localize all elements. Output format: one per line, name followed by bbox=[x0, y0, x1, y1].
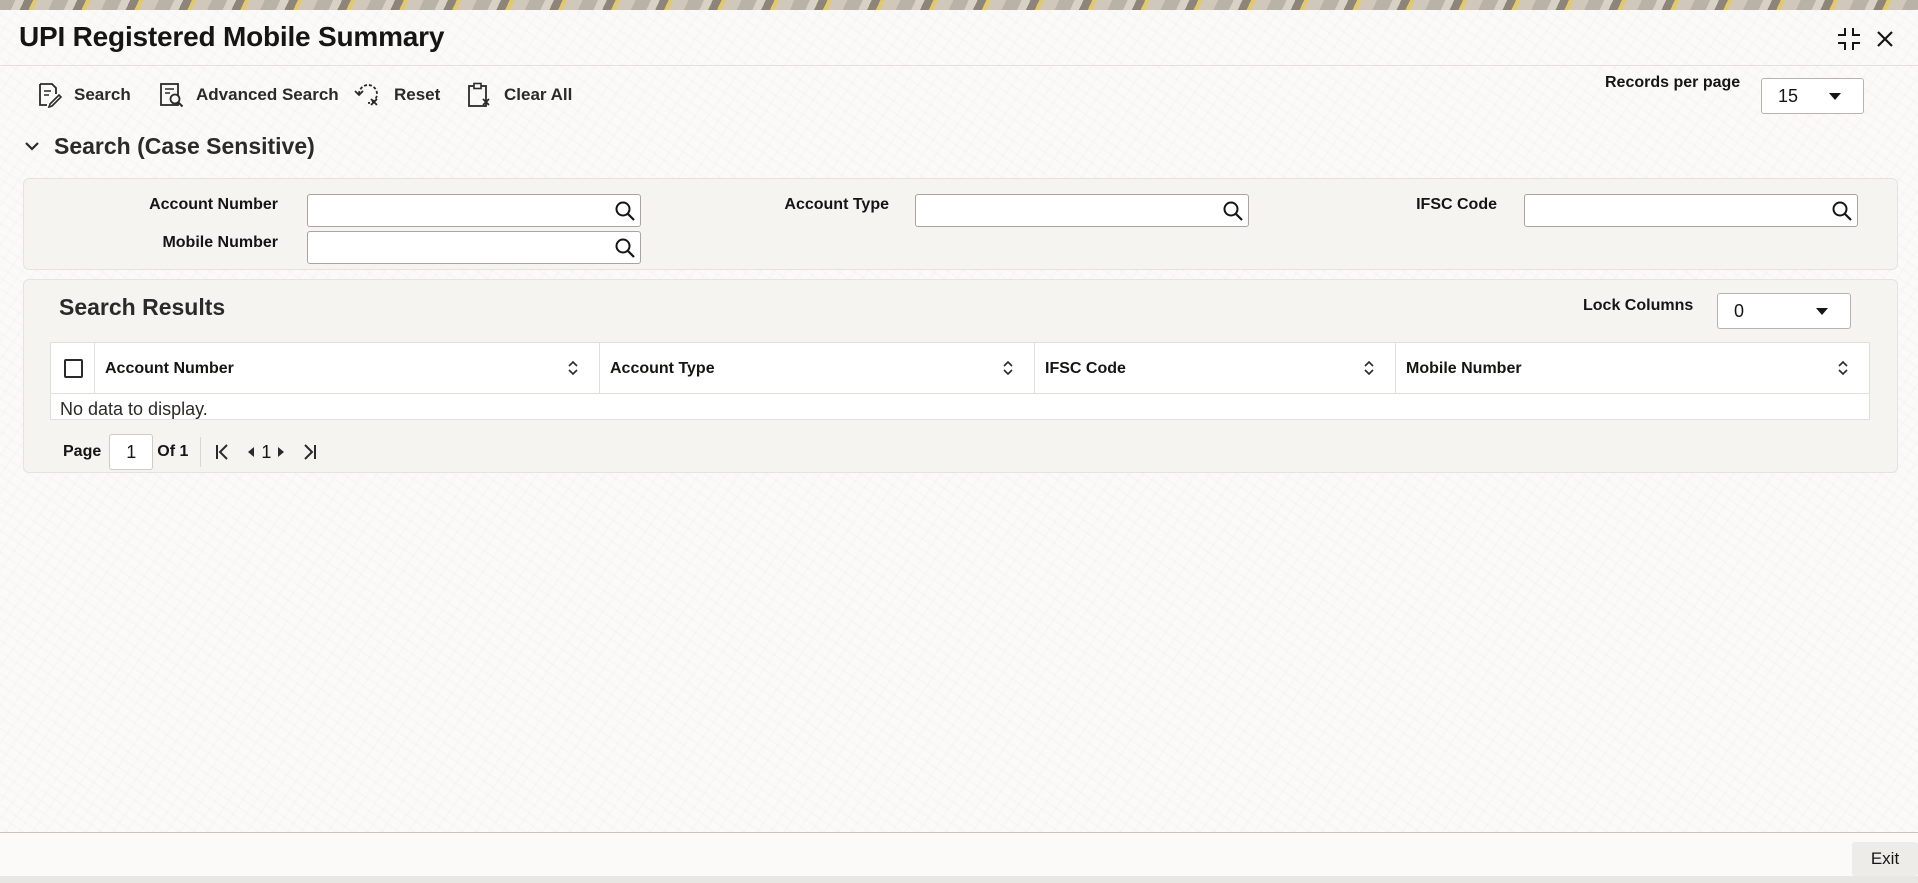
column-header-account-number[interactable]: Account Number bbox=[95, 343, 600, 394]
pager-divider bbox=[200, 437, 202, 467]
magnifier-icon[interactable] bbox=[1222, 200, 1244, 222]
column-header-label: IFSC Code bbox=[1045, 359, 1126, 377]
select-all-checkbox[interactable] bbox=[64, 359, 83, 378]
chevron-down-icon bbox=[25, 142, 39, 151]
footer-edge bbox=[0, 876, 1918, 883]
account-type-label: Account Type bbox=[784, 196, 889, 213]
close-icon bbox=[1877, 31, 1893, 47]
account-number-field bbox=[307, 194, 641, 227]
ifsc-code-input[interactable] bbox=[1525, 195, 1815, 226]
search-section-toggle[interactable]: Search (Case Sensitive) bbox=[24, 130, 315, 162]
table-header: Account Number Account Type IFSC Code Mo… bbox=[51, 343, 1869, 394]
column-header-mobile-number[interactable]: Mobile Number bbox=[1396, 343, 1869, 394]
records-per-page-label: Records per page bbox=[1605, 74, 1741, 91]
search-results-title: Search Results bbox=[59, 294, 226, 320]
reset-icon bbox=[354, 84, 378, 106]
ifsc-code-label: IFSC Code bbox=[1416, 196, 1497, 213]
triangle-right-icon bbox=[278, 447, 285, 457]
close-window-button[interactable] bbox=[1870, 24, 1900, 54]
last-page-icon bbox=[304, 444, 317, 460]
results-table: Account Number Account Type IFSC Code Mo… bbox=[50, 342, 1870, 420]
search-criteria-panel: Account Number Account Type IFSC Code Mo… bbox=[23, 178, 1898, 270]
search-section-title: Search (Case Sensitive) bbox=[54, 132, 315, 159]
chevron-down-icon bbox=[1829, 93, 1841, 100]
account-type-input[interactable] bbox=[916, 195, 1206, 226]
sort-arrows-icon bbox=[1003, 360, 1013, 376]
lock-columns-label: Lock Columns bbox=[1583, 297, 1694, 314]
column-header-ifsc-code[interactable]: IFSC Code bbox=[1035, 343, 1396, 394]
clear-all-button-label: Clear All bbox=[504, 85, 573, 104]
collapse-window-button[interactable] bbox=[1834, 24, 1864, 54]
sort-arrows-icon bbox=[568, 360, 578, 376]
records-per-page-value: 15 bbox=[1778, 85, 1799, 106]
account-type-field bbox=[915, 194, 1249, 227]
page-title: UPI Registered Mobile Summary bbox=[19, 21, 445, 52]
advanced-search-button-label: Advanced Search bbox=[196, 85, 339, 104]
current-page-number[interactable]: 1 bbox=[261, 442, 271, 463]
mobile-number-field bbox=[307, 231, 641, 264]
sort-arrows-icon bbox=[1364, 360, 1374, 376]
collapse-window-icon bbox=[1838, 28, 1860, 50]
column-header-account-type[interactable]: Account Type bbox=[600, 343, 1035, 394]
lock-columns-value: 0 bbox=[1734, 300, 1745, 321]
header-banner-strip bbox=[0, 0, 1918, 10]
account-number-input[interactable] bbox=[308, 195, 598, 226]
magnifier-icon[interactable] bbox=[614, 237, 636, 259]
reset-button[interactable]: Reset bbox=[354, 80, 440, 110]
mobile-number-label: Mobile Number bbox=[162, 234, 278, 251]
ifsc-code-field bbox=[1524, 194, 1858, 227]
column-header-label: Mobile Number bbox=[1406, 359, 1522, 377]
chevron-down-icon bbox=[1816, 308, 1828, 315]
previous-page-button[interactable] bbox=[245, 444, 257, 460]
clear-all-button[interactable]: Clear All bbox=[466, 80, 572, 110]
lock-columns-select[interactable]: 0 bbox=[1717, 293, 1851, 329]
next-page-button[interactable] bbox=[275, 444, 287, 460]
clipboard-clear-icon bbox=[468, 82, 490, 107]
magnifier-icon[interactable] bbox=[1831, 200, 1853, 222]
advanced-search-button[interactable]: Advanced Search bbox=[158, 80, 339, 110]
page-number-input[interactable]: 1 bbox=[109, 434, 154, 470]
advanced-search-icon bbox=[160, 83, 184, 108]
column-header-label: Account Type bbox=[610, 359, 715, 377]
pagination: Page 1 Of 1 1 bbox=[63, 434, 319, 470]
exit-button[interactable]: Exit bbox=[1852, 842, 1918, 876]
last-page-button[interactable] bbox=[299, 442, 319, 462]
search-button[interactable]: Search bbox=[36, 80, 131, 110]
first-page-icon bbox=[216, 444, 229, 460]
title-bar: UPI Registered Mobile Summary bbox=[0, 10, 1918, 66]
empty-table-message: No data to display. bbox=[60, 399, 208, 419]
reset-button-label: Reset bbox=[394, 85, 441, 104]
page-label: Page bbox=[63, 443, 102, 460]
page-of-label: Of 1 bbox=[157, 443, 189, 460]
mobile-number-input[interactable] bbox=[308, 232, 598, 263]
column-header-label: Account Number bbox=[105, 359, 234, 377]
search-button-label: Search bbox=[74, 85, 131, 104]
first-page-button[interactable] bbox=[213, 442, 233, 462]
sort-arrows-icon bbox=[1838, 360, 1848, 376]
magnifier-icon[interactable] bbox=[614, 200, 636, 222]
account-number-label: Account Number bbox=[149, 196, 278, 213]
triangle-left-icon bbox=[248, 447, 255, 457]
search-doc-icon bbox=[39, 83, 62, 108]
select-all-cell bbox=[51, 343, 95, 394]
records-per-page-select[interactable]: 15 bbox=[1761, 78, 1864, 114]
